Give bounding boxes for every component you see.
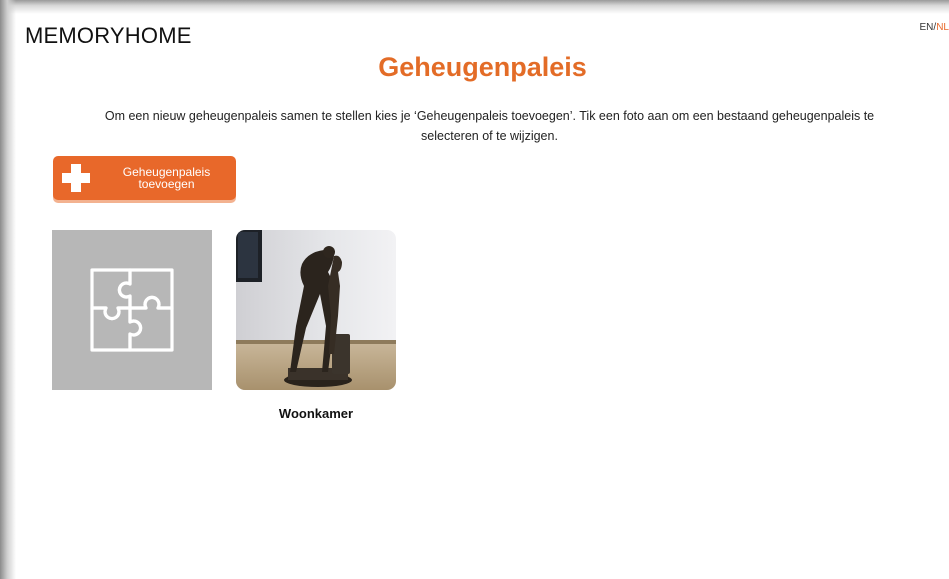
palace-name-woonkamer: Woonkamer	[278, 406, 354, 421]
palace-tile-placeholder[interactable]	[52, 230, 212, 390]
puzzle-icon	[90, 268, 174, 352]
language-switcher: EN/NL	[920, 22, 949, 33]
add-palace-label-line2: toevoegen	[138, 177, 195, 191]
lang-nl-link[interactable]: NL	[936, 22, 949, 33]
app-window: MEMORYHOME EN/NL Geheugenpaleis Om een n…	[0, 0, 949, 579]
statue-photo	[236, 230, 396, 390]
plus-icon	[62, 164, 90, 192]
page-content: MEMORYHOME EN/NL Geheugenpaleis Om een n…	[16, 14, 949, 579]
palace-tile-woonkamer[interactable]	[236, 230, 396, 390]
brand-logo: MEMORYHOME	[25, 23, 192, 48]
add-palace-button[interactable]: Geheugenpaleis toevoegen	[53, 156, 236, 200]
window-shadow-left	[0, 0, 16, 579]
lang-en-link[interactable]: EN	[920, 22, 934, 33]
add-palace-label: Geheugenpaleis toevoegen	[97, 166, 236, 190]
window-shadow-top	[0, 0, 949, 14]
page-title: Geheugenpaleis	[378, 52, 587, 82]
intro-text: Om een nieuw geheugenpaleis samen te ste…	[104, 109, 875, 143]
